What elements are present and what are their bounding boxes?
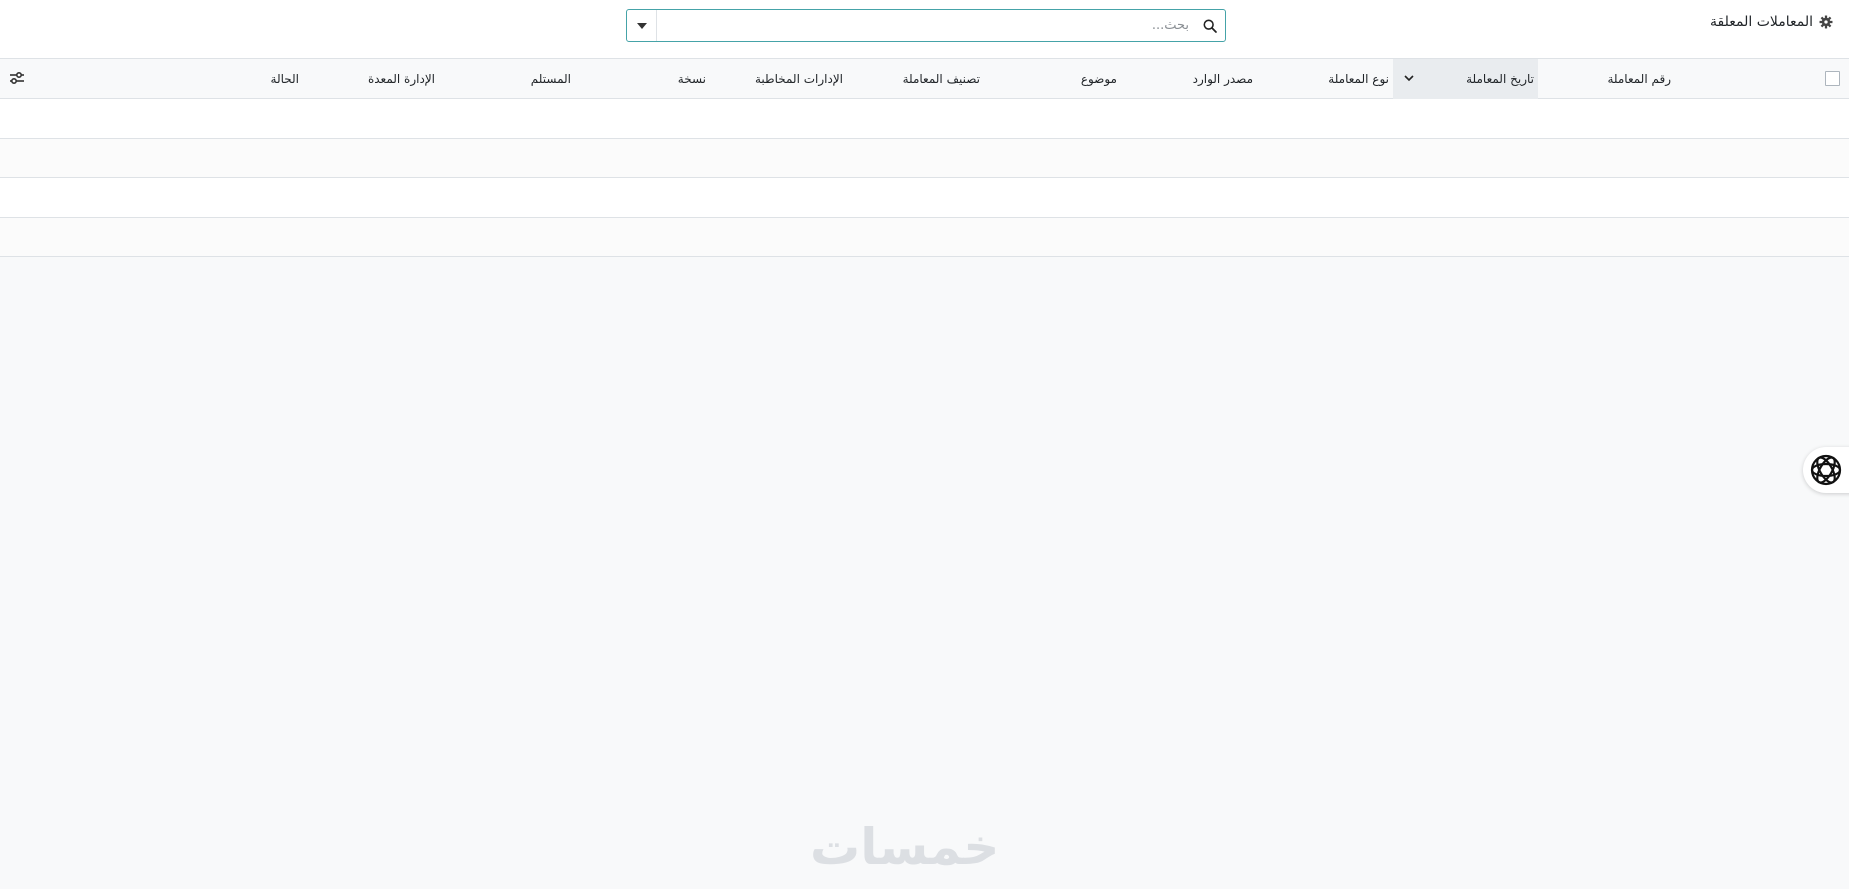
search-button[interactable] [1195, 10, 1225, 41]
column-header[interactable]: الإدارات المخاطبة [755, 59, 843, 99]
table-row [0, 178, 1849, 218]
column-header-sorted[interactable]: تاريخ المعاملة [1393, 59, 1538, 99]
table-row [0, 138, 1849, 178]
watermark-logo: خمسات [810, 818, 1000, 876]
column-header-label: تاريخ المعاملة [1466, 72, 1534, 86]
column-header[interactable]: تصنيف المعاملة [903, 59, 980, 99]
control-panel: المعاملات المعلقة [0, 0, 1849, 59]
column-header[interactable]: مصدر الوارد [1193, 59, 1253, 99]
gear-icon[interactable] [1819, 15, 1833, 29]
chevron-down-icon [1404, 75, 1414, 82]
column-settings-icon[interactable] [8, 69, 26, 87]
search-options-toggle[interactable] [627, 10, 657, 41]
column-header[interactable]: الحالة [271, 59, 299, 99]
column-header[interactable]: الإدارة المعدة [368, 59, 435, 99]
table-body [0, 99, 1849, 257]
table-header: رقم المعاملة تاريخ المعاملة نوع المعاملة… [0, 59, 1849, 99]
column-header[interactable]: نسخة [678, 59, 706, 99]
search-bar [626, 9, 1226, 42]
assistant-knot-icon [1810, 454, 1842, 486]
table-row [0, 99, 1849, 139]
assistant-button[interactable] [1803, 447, 1849, 493]
breadcrumb: المعاملات المعلقة [1710, 14, 1833, 30]
page-title: المعاملات المعلقة [1710, 14, 1813, 30]
column-header[interactable]: المستلم [531, 59, 571, 99]
column-header[interactable]: نوع المعاملة [1328, 59, 1389, 99]
column-header[interactable]: موضوع [1081, 59, 1117, 99]
app-root: المعاملات المعلقة بحث... رقم المعاملة تا… [0, 0, 1849, 889]
select-all-checkbox[interactable] [1825, 71, 1840, 86]
list-view: رقم المعاملة تاريخ المعاملة نوع المعاملة… [0, 59, 1849, 257]
search-icon [1203, 19, 1217, 33]
column-header[interactable]: رقم المعاملة [1607, 59, 1671, 99]
search-input[interactable] [657, 10, 1195, 41]
table-row [0, 217, 1849, 257]
caret-down-icon [636, 22, 647, 29]
